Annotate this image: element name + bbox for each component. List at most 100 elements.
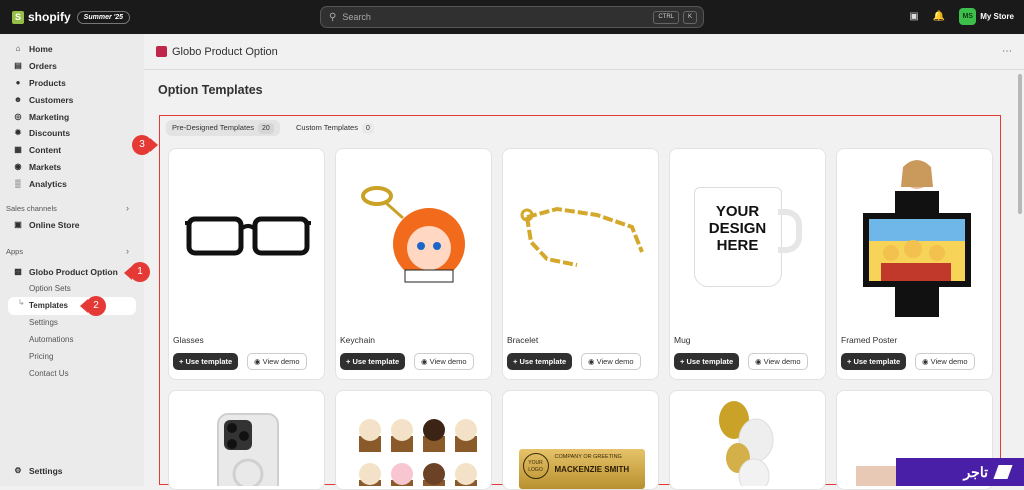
home-icon: ⌂: [15, 44, 21, 53]
glasses-image: [169, 149, 324, 325]
tab-pre-designed[interactable]: Pre-Designed Templates 20: [166, 120, 280, 136]
sidebar-item-home[interactable]: ⌂ Home: [13, 44, 53, 54]
sidebar-item-markets[interactable]: ◉ Markets: [13, 162, 62, 172]
template-card-framed-poster[interactable]: Framed Poster + Use template ◉ View demo: [836, 148, 993, 380]
sidebar-item-online-store[interactable]: ▣ Online Store: [13, 220, 80, 230]
store-switch-icon[interactable]: ▣: [909, 11, 918, 22]
sidebar-item-label: Customers: [29, 95, 74, 105]
sidebar-item-label: Online Store: [29, 220, 80, 230]
sidebar-subitem-settings[interactable]: Settings: [29, 318, 58, 327]
shopify-logo[interactable]: S shopify: [12, 10, 71, 24]
phone-case-image: [169, 391, 324, 489]
store-name[interactable]: My Store: [980, 12, 1014, 21]
button-label: View demo: [262, 357, 300, 366]
content-icon: ▦: [14, 145, 22, 154]
globe-icon: ◉: [14, 162, 22, 171]
plate-text: COMPANY OR GREETING: [554, 454, 622, 460]
mug-text: YOUR: [715, 203, 760, 220]
eye-icon: ◉: [755, 357, 762, 366]
search-bar[interactable]: ⚲ Search CTRL K: [320, 6, 704, 28]
orders-icon: ▤: [14, 61, 22, 70]
app-header: Globo Product Option ⋯: [144, 34, 1024, 70]
card-title: Glasses: [173, 335, 204, 345]
button-label: Use template: [853, 357, 901, 366]
use-template-button[interactable]: + Use template: [173, 353, 239, 370]
card-title: Keychain: [340, 335, 375, 345]
sidebar-subitem-contact[interactable]: Contact Us: [29, 369, 69, 378]
view-demo-button[interactable]: ◉ View demo: [414, 353, 474, 370]
eye-icon: ◉: [254, 357, 261, 366]
template-card-cupcakes[interactable]: [335, 390, 492, 490]
sidebar-item-label: Globo Product Option: [29, 267, 118, 277]
sidebar-subitem-automations[interactable]: Automations: [29, 335, 73, 344]
view-demo-button[interactable]: ◉ View demo: [247, 353, 307, 370]
step-marker-2: 2: [86, 296, 106, 316]
keychain-image: [336, 149, 491, 325]
eye-icon: ◉: [922, 357, 929, 366]
button-label: View demo: [596, 357, 634, 366]
step-marker-1: 1: [130, 262, 150, 282]
active-item-highlight: [8, 297, 136, 315]
template-card-phone-case[interactable]: [168, 390, 325, 490]
sidebar-subitem-templates[interactable]: Templates: [29, 301, 68, 310]
card-title: Bracelet: [507, 335, 539, 345]
tajer-watermark: تاجر: [896, 458, 1024, 486]
page-title: Option Templates: [158, 83, 263, 97]
sidebar-item-label: Content: [29, 145, 62, 155]
edition-badge[interactable]: Summer '25: [76, 10, 131, 24]
more-icon[interactable]: ⋯: [1002, 46, 1012, 57]
sidebar-subitem-pricing[interactable]: Pricing: [29, 352, 53, 361]
sidebar-subitem-option-sets[interactable]: Option Sets: [29, 284, 71, 293]
eye-icon: ◉: [588, 357, 595, 366]
app-icon: ▩: [14, 267, 22, 276]
chevron-right-icon[interactable]: ›: [126, 203, 129, 213]
scrollbar-thumb[interactable]: [1018, 74, 1022, 214]
tag-icon: ●: [15, 78, 21, 87]
chevron-right-icon[interactable]: ›: [126, 246, 129, 256]
brand-name: shopify: [28, 10, 71, 24]
sidebar-item-globo-app[interactable]: ▩ Globo Product Option: [13, 267, 118, 277]
button-label: Use template: [519, 357, 567, 366]
eye-icon: ◉: [421, 357, 428, 366]
avatar[interactable]: MS: [959, 8, 977, 25]
card-title: Framed Poster: [841, 335, 898, 345]
use-template-button[interactable]: + Use template: [507, 353, 573, 370]
template-card-bracelet[interactable]: Bracelet + Use template ◉ View demo: [502, 148, 659, 380]
template-card-name-plate[interactable]: YOUR LOGO COMPANY OR GREETING MACKENZIE …: [502, 390, 659, 490]
sidebar-item-label: Discounts: [29, 128, 71, 138]
template-card-balloons[interactable]: [669, 390, 826, 490]
step-marker-3: 3: [132, 135, 152, 155]
discount-icon: ✹: [14, 128, 22, 137]
sidebar-item-products[interactable]: ● Products: [13, 78, 66, 88]
store-icon: ▣: [14, 220, 22, 229]
sidebar-item-discounts[interactable]: ✹ Discounts: [13, 128, 70, 138]
sidebar-item-customers[interactable]: ☻ Customers: [13, 95, 74, 105]
tab-custom[interactable]: Custom Templates 0: [290, 120, 380, 136]
sidebar-item-content[interactable]: ▦ Content: [13, 145, 61, 155]
cupcakes-image: [336, 391, 491, 489]
shopify-bag-icon: S: [12, 10, 24, 24]
button-label: View demo: [930, 357, 968, 366]
view-demo-button[interactable]: ◉ View demo: [748, 353, 808, 370]
sidebar-item-orders[interactable]: ▤ Orders: [13, 61, 57, 71]
use-template-button[interactable]: + Use template: [841, 353, 907, 370]
sidebar-item-marketing[interactable]: ◎ Marketing: [13, 112, 70, 122]
person-icon: ☻: [13, 95, 23, 104]
sidebar-item-analytics[interactable]: ▒ Analytics: [13, 179, 67, 189]
view-demo-button[interactable]: ◉ View demo: [915, 353, 975, 370]
template-card-glasses[interactable]: Glasses + Use template ◉ View demo: [168, 148, 325, 380]
name-plate-image: YOUR LOGO COMPANY OR GREETING MACKENZIE …: [503, 391, 658, 489]
search-placeholder: Search: [342, 12, 371, 22]
shortcut-ctrl: CTRL: [653, 11, 679, 24]
template-card-keychain[interactable]: Keychain + Use template ◉ View demo: [335, 148, 492, 380]
bell-icon[interactable]: 🔔: [933, 11, 945, 22]
template-card-mug[interactable]: YOUR DESIGN HERE Mug + Use template ◉ Vi…: [669, 148, 826, 380]
button-label: Use template: [686, 357, 734, 366]
tab-count: 20: [258, 123, 274, 134]
use-template-button[interactable]: + Use template: [674, 353, 740, 370]
watermark-text: تاجر: [963, 463, 988, 480]
card-title: Mug: [674, 335, 691, 345]
view-demo-button[interactable]: ◉ View demo: [581, 353, 641, 370]
sidebar-item-settings[interactable]: ⚙ Settings: [13, 466, 62, 476]
use-template-button[interactable]: + Use template: [340, 353, 406, 370]
